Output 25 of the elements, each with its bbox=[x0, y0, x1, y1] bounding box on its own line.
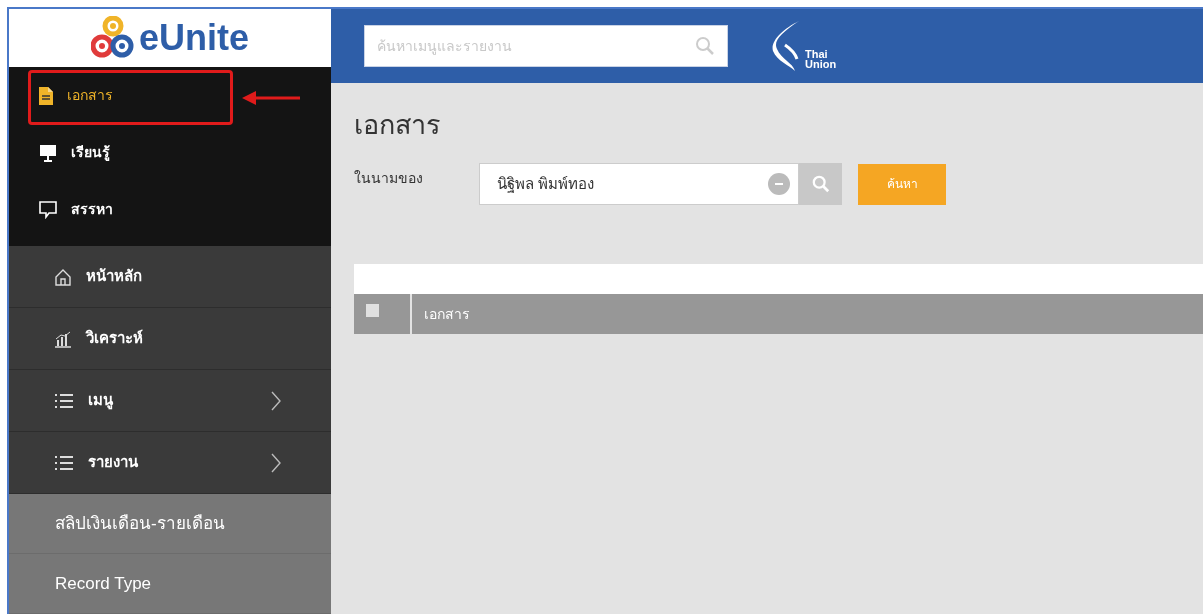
leaf-logo-icon bbox=[771, 19, 801, 73]
document-icon bbox=[39, 86, 53, 105]
home-icon bbox=[54, 267, 72, 286]
checkbox[interactable] bbox=[366, 304, 379, 317]
brand-text: Thai bbox=[805, 49, 829, 59]
app-item[interactable]: สรรหา bbox=[9, 181, 331, 238]
search-icon bbox=[695, 36, 715, 56]
arrow-icon bbox=[242, 91, 300, 105]
speech-bubble-icon bbox=[39, 200, 57, 219]
chevron-right-icon bbox=[271, 452, 281, 473]
filter-label: ในนามของ bbox=[354, 168, 424, 188]
logo-icon bbox=[91, 16, 135, 60]
page-title: เอกสาร bbox=[354, 109, 442, 142]
clear-icon[interactable] bbox=[768, 173, 790, 195]
brand-text: Union bbox=[805, 59, 837, 69]
search-icon bbox=[811, 175, 830, 193]
app-item[interactable]: เอกสาร bbox=[9, 67, 331, 124]
lookup-button[interactable] bbox=[799, 163, 842, 205]
list-icon bbox=[54, 454, 74, 471]
logo-text: eUnite bbox=[139, 16, 249, 60]
list-icon bbox=[54, 392, 74, 409]
bar-chart-icon bbox=[54, 329, 72, 348]
whiteboard-icon bbox=[39, 143, 57, 162]
chevron-right-icon bbox=[271, 390, 281, 411]
app-item[interactable]: เรียนรู้ bbox=[9, 124, 331, 181]
